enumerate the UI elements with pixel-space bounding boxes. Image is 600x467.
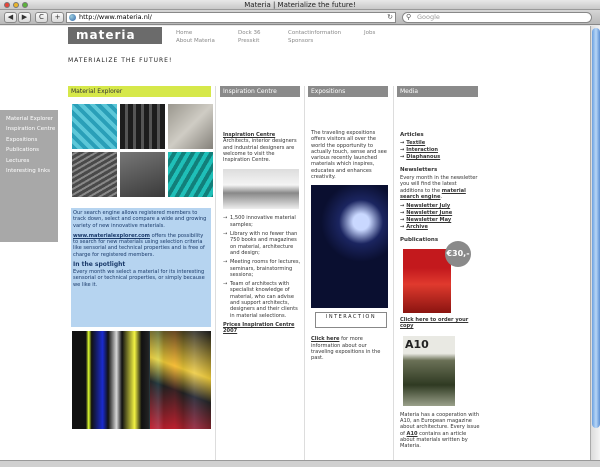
- list-item: Team of architects with specialist knowl…: [223, 281, 303, 319]
- price-badge: €30,-: [445, 241, 471, 268]
- nav-sponsors[interactable]: Sponsors: [288, 38, 313, 44]
- newsletters-title: Newsletters: [400, 167, 438, 173]
- material-explorer-intro: Our search engine allows registered memb…: [73, 210, 207, 229]
- article-link-interaction[interactable]: Interaction: [400, 147, 480, 154]
- newsletter-list: Newsletter July Newsletter June Newslett…: [400, 203, 480, 231]
- sidebar-item-expositions[interactable]: Expositions: [6, 137, 58, 143]
- sidebar: Material Explorer Inspiration Centre Exp…: [0, 110, 58, 242]
- material-explorer-info: Our search engine allows registered memb…: [71, 208, 211, 327]
- search-input[interactable]: ⚲ Google: [402, 12, 592, 23]
- spotlight-title: In the spotlight: [73, 261, 126, 269]
- order-copy-link[interactable]: Click here to order your copy: [400, 317, 480, 330]
- column-divider: [215, 86, 216, 460]
- spotlight-image[interactable]: [72, 331, 211, 429]
- back-button[interactable]: ◀: [4, 12, 17, 23]
- window-title: Materia | Materialize the future!: [244, 1, 356, 9]
- materialexplorer-link[interactable]: www.materialexplorer.com: [73, 233, 150, 239]
- sidebar-item-publications[interactable]: Publications: [6, 147, 58, 153]
- spotlight-text: Every month we select a material for its…: [73, 269, 205, 288]
- material-tile-image[interactable]: [168, 104, 213, 149]
- column-divider: [393, 86, 394, 460]
- inspiration-centre-image: [223, 169, 299, 210]
- expositions-intro: The traveling expositions offers visitor…: [311, 130, 387, 181]
- materia-logo[interactable]: materia: [68, 27, 162, 44]
- tagline: MATERIALIZE THE FUTURE!: [68, 57, 173, 64]
- exposition-image: [311, 185, 388, 309]
- nav-jobs[interactable]: Jobs: [364, 30, 375, 36]
- address-text: http://www.materia.nl/: [79, 13, 152, 21]
- inspiration-centre-features: 1,500 innovative material samples; Libra…: [223, 215, 303, 318]
- newsletter-link-may[interactable]: Newsletter May: [400, 217, 480, 224]
- sidebar-item-interesting-links[interactable]: Interesting links: [6, 168, 58, 174]
- a10-magazine-cover[interactable]: A10: [403, 335, 455, 406]
- expositions-click-here-link[interactable]: Click here: [311, 336, 339, 342]
- nav-home[interactable]: Home: [176, 30, 192, 36]
- address-bar[interactable]: http://www.materia.nl/ ↻: [66, 12, 396, 23]
- a10-link[interactable]: A10: [407, 431, 418, 437]
- column-header-inspiration-centre[interactable]: Inspiration Centre: [220, 86, 300, 97]
- window-controls: [4, 2, 28, 8]
- status-bar: [0, 460, 600, 467]
- minimize-window-button[interactable]: [13, 2, 19, 8]
- column-divider: [304, 86, 305, 460]
- newsletter-link-june[interactable]: Newsletter June: [400, 210, 480, 217]
- prices-link[interactable]: Prices Inspiration Centre 2007: [223, 322, 303, 335]
- search-icon: ⚲: [406, 13, 412, 21]
- material-tile-image[interactable]: [168, 152, 213, 197]
- a10-cover-title: A10: [405, 337, 429, 351]
- window-titlebar: Materia | Materialize the future!: [0, 0, 600, 10]
- articles-title: Articles: [400, 132, 424, 138]
- sidebar-item-material-explorer[interactable]: Material Explorer: [6, 116, 58, 122]
- inspiration-centre-column: Inspiration Centre Architects, interior …: [223, 132, 303, 335]
- publications-title: Publications: [400, 237, 439, 244]
- material-tile-image[interactable]: [72, 152, 117, 197]
- expositions-column: The traveling expositions offers visitor…: [311, 130, 389, 362]
- sidebar-item-lectures[interactable]: Lectures: [6, 158, 58, 164]
- material-tile-image[interactable]: [120, 152, 165, 197]
- forward-button[interactable]: ▶: [18, 12, 31, 23]
- page-viewport: materia Home About Materia Dock 36 Press…: [0, 26, 590, 460]
- inspiration-centre-intro: Architects, interior designers and indus…: [223, 138, 297, 164]
- list-item: Meeting rooms for lectures, seminars, br…: [223, 259, 303, 278]
- scrollbar-thumb[interactable]: [592, 28, 600, 428]
- a10-cooperation-text: Materia has a cooperation with A10, an E…: [400, 412, 480, 450]
- list-item: Library with no fewer than 750 books and…: [223, 231, 303, 256]
- publication-cover-image[interactable]: €30,-: [403, 241, 471, 314]
- newsletters-intro: Every month in the newsletter you will f…: [400, 175, 478, 200]
- close-window-button[interactable]: [4, 2, 10, 8]
- column-header-material-explorer[interactable]: Material Explorer: [68, 86, 211, 97]
- zoom-window-button[interactable]: [22, 2, 28, 8]
- add-bookmark-button[interactable]: +: [51, 12, 64, 23]
- search-placeholder: Google: [417, 13, 440, 21]
- globe-icon: [69, 14, 76, 21]
- vertical-scrollbar[interactable]: [590, 26, 600, 460]
- column-header-media[interactable]: Media: [397, 86, 478, 97]
- material-tile-image[interactable]: [72, 104, 117, 149]
- sidebar-item-inspiration-centre[interactable]: Inspiration Centre: [6, 126, 58, 132]
- interaction-logo: INTERACTION: [315, 312, 387, 329]
- nav-presskit[interactable]: Presskit: [238, 38, 259, 44]
- newsletter-archive-link[interactable]: Archive: [400, 224, 480, 231]
- nav-dock36[interactable]: Dock 36: [238, 30, 261, 36]
- expositions-more: Click here for more information about ou…: [311, 336, 389, 361]
- column-header-expositions[interactable]: Expositions: [308, 86, 388, 97]
- article-link-textile[interactable]: Textile: [400, 140, 480, 147]
- nav-contact[interactable]: Contactinformation: [288, 30, 341, 36]
- refresh-icon[interactable]: ↻: [387, 13, 393, 22]
- article-link-diaphanous[interactable]: Diaphanous: [400, 154, 480, 161]
- reload-button[interactable]: C: [35, 12, 48, 23]
- list-item: 1,500 innovative material samples;: [223, 215, 303, 228]
- newsletter-link-july[interactable]: Newsletter July: [400, 203, 480, 210]
- media-column: Articles Textile Interaction Diaphanous …: [400, 129, 480, 450]
- browser-toolbar: ◀ ▶ C + http://www.materia.nl/ ↻ ⚲ Googl…: [0, 10, 600, 25]
- nav-about[interactable]: About Materia: [176, 38, 215, 44]
- material-explorer-details: www.materialexplorer.com offers the poss…: [73, 233, 209, 258]
- material-tile-image[interactable]: [120, 104, 165, 149]
